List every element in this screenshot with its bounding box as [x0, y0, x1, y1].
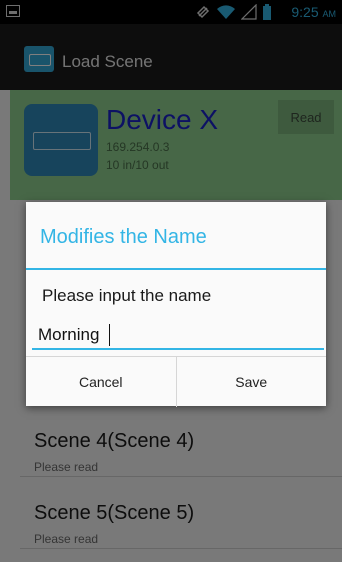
save-button[interactable]: Save — [175, 357, 327, 407]
cancel-button[interactable]: Cancel — [26, 357, 176, 407]
dialog-title-bar: Modifies the Name — [26, 202, 326, 270]
rename-dialog: Modifies the Name Please input the name … — [26, 202, 326, 407]
dialog-buttons: Cancel Save — [26, 356, 326, 407]
dialog-title: Modifies the Name — [40, 226, 207, 248]
text-caret — [109, 324, 110, 346]
name-input[interactable] — [32, 322, 324, 350]
dialog-message: Please input the name — [42, 286, 212, 305]
